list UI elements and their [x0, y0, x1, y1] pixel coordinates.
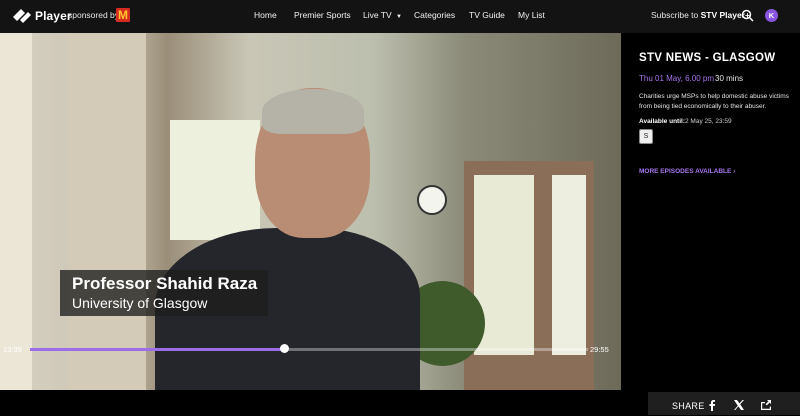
caret-down-icon: ▼ — [396, 14, 402, 20]
lower-third-organisation: University of Glasgow — [72, 295, 208, 311]
nav-live-tv-label: Live TV — [363, 10, 392, 20]
nav-premier-sports[interactable]: Premier Sports — [294, 10, 351, 20]
share-bar — [648, 392, 800, 415]
more-episodes-link[interactable]: MORE EPISODES AVAILABLE › — [639, 168, 735, 175]
more-episodes-label: MORE EPISODES AVAILABLE — [639, 168, 732, 175]
progress-fill — [30, 348, 284, 351]
chevron-right-icon: › — [733, 168, 736, 175]
progress-scrubber-handle[interactable] — [280, 344, 289, 353]
x-icon[interactable] — [733, 398, 745, 410]
video-frame-clock — [417, 185, 447, 215]
video-frame-speaker-hair — [262, 89, 364, 134]
nav-live-tv[interactable]: Live TV ▼ — [363, 10, 402, 20]
share-label: SHARE — [672, 401, 705, 411]
video-frame-wall-panel — [68, 33, 146, 390]
subscribe-link[interactable]: Subscribe to STV Player+ — [651, 10, 750, 20]
facebook-icon[interactable] — [706, 398, 718, 411]
nav-tv-guide[interactable]: TV Guide — [469, 10, 505, 20]
share-external-icon[interactable] — [760, 398, 772, 410]
current-time: 13:35 — [3, 345, 22, 354]
sponsored-by-label: sponsored by — [68, 10, 120, 20]
search-icon[interactable] — [741, 9, 754, 22]
video-player[interactable] — [0, 33, 621, 390]
stv-logo-icon — [12, 7, 32, 24]
video-frame-door-glass-2 — [552, 175, 586, 355]
episode-length: 30 mins — [715, 74, 744, 83]
logo-text: Player — [35, 8, 72, 23]
broadcast-date: Thu 01 May, 6.00 pm — [639, 74, 714, 83]
video-frame-window — [170, 120, 260, 240]
available-until-label: Available until: — [639, 118, 685, 125]
mcdonalds-logo-icon: M — [116, 8, 130, 22]
total-duration: 29:55 — [590, 345, 609, 354]
subscribe-prefix: Subscribe to — [651, 10, 699, 20]
programme-title: STV NEWS - GLASGOW — [639, 52, 776, 64]
episode-description: Charities urge MSPs to help domestic abu… — [639, 93, 789, 110]
available-until-value: 2 May 25, 23:59 — [685, 118, 732, 125]
video-frame-wall — [0, 33, 32, 390]
nav-home[interactable]: Home — [254, 10, 277, 20]
nav-categories[interactable]: Categories — [414, 10, 455, 20]
subtitles-badge: S — [639, 129, 653, 144]
lower-third-name: Professor Shahid Raza — [72, 274, 258, 293]
user-avatar[interactable]: K — [765, 9, 778, 22]
episode-info-panel — [621, 33, 800, 390]
stv-player-logo[interactable]: Player — [12, 7, 72, 24]
nav-my-list[interactable]: My List — [518, 10, 545, 20]
